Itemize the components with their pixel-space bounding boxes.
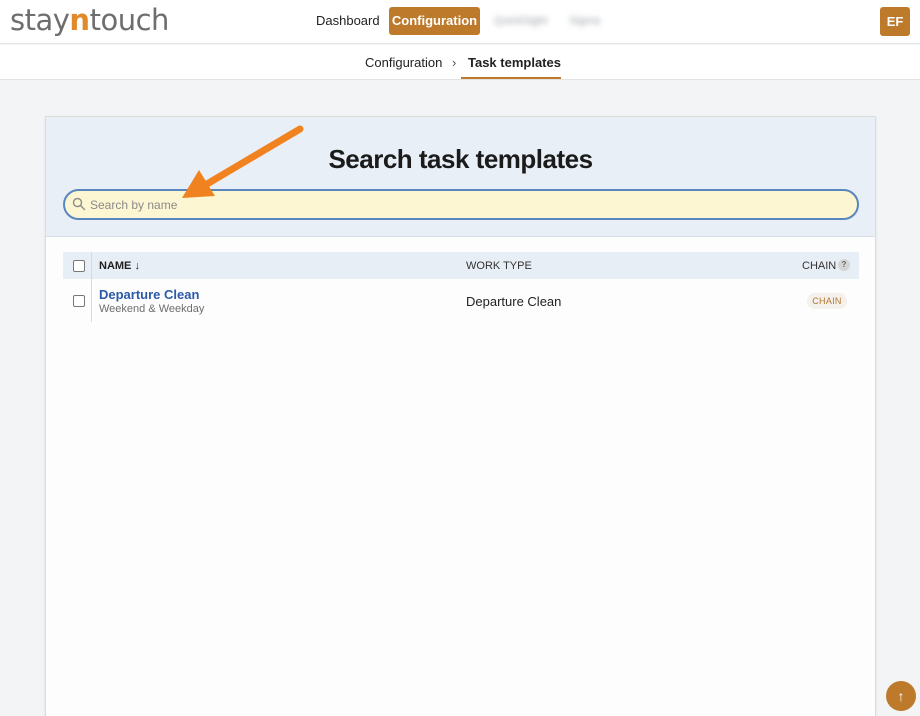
nav-configuration[interactable]: Configuration: [389, 7, 480, 35]
template-work-type: Departure Clean: [466, 294, 562, 309]
chain-badge: CHAIN: [807, 293, 847, 309]
search-input[interactable]: [90, 195, 850, 215]
help-icon[interactable]: ?: [838, 259, 850, 271]
logo-prefix: stay: [10, 3, 70, 37]
row-checkbox[interactable]: [73, 295, 85, 307]
breadcrumb-configuration[interactable]: Configuration: [365, 55, 442, 70]
user-avatar[interactable]: EF: [880, 7, 910, 36]
active-tab-underline: [461, 77, 561, 79]
logo-suffix: touch: [89, 3, 170, 37]
select-all-checkbox[interactable]: [73, 260, 85, 272]
column-header-work-type[interactable]: WORK TYPE: [466, 260, 532, 272]
column-header-chain[interactable]: CHAIN: [802, 260, 836, 272]
task-templates-panel: Search task templates NAME ↓ WORK TYPE C…: [45, 116, 876, 716]
breadcrumb-task-templates[interactable]: Task templates: [468, 55, 561, 70]
search-icon: [72, 197, 86, 211]
nav-quicksight[interactable]: QuickSight: [488, 7, 553, 35]
search-header: Search task templates: [46, 117, 875, 237]
scroll-to-top-button[interactable]: ↑: [886, 681, 916, 711]
column-header-name[interactable]: NAME ↓: [99, 260, 140, 272]
logo-accent: n: [69, 3, 90, 37]
template-schedule: Weekend & Weekday: [99, 303, 205, 315]
top-bar: stayntouch Dashboard Configuration Quick…: [0, 0, 920, 44]
nav-sigma[interactable]: Sigma: [563, 7, 606, 35]
breadcrumb: Configuration › Task templates: [0, 45, 920, 80]
search-box[interactable]: [63, 189, 859, 220]
template-name-link[interactable]: Departure Clean: [99, 287, 199, 302]
stayntouch-logo[interactable]: stayntouch: [10, 3, 169, 37]
nav-dashboard[interactable]: Dashboard: [310, 7, 386, 35]
page-title: Search task templates: [328, 144, 593, 174]
table-row[interactable]: Departure Clean Weekend & Weekday Depart…: [63, 279, 859, 323]
table-header: NAME ↓ WORK TYPE CHAIN ?: [63, 252, 859, 279]
breadcrumb-separator: ›: [452, 55, 457, 70]
